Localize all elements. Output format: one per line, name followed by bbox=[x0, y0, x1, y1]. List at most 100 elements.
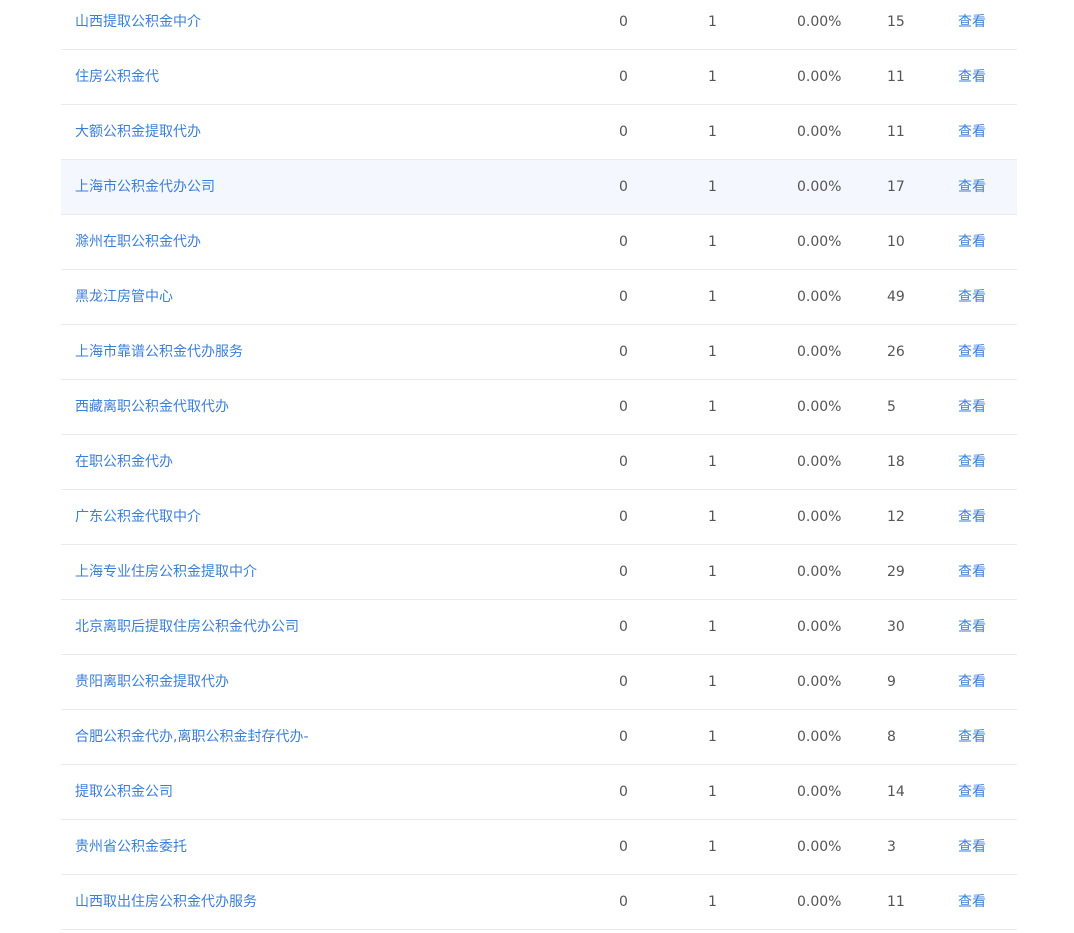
view-link[interactable]: 查看 bbox=[958, 435, 986, 489]
keyword-link[interactable]: 上海市公积金代办公司 bbox=[75, 160, 215, 214]
table-row: 贵州省公积金委托 0 1 0.00% 3 查看 bbox=[61, 820, 1017, 875]
table-row: 合肥公积金代办,离职公积金封存代办- 0 1 0.00% 8 查看 bbox=[61, 710, 1017, 765]
table-row: 广东公积金代取中介 0 1 0.00% 12 查看 bbox=[61, 490, 1017, 545]
metric-cell-1: 0 bbox=[619, 344, 628, 360]
metric-cell-1: 0 bbox=[619, 564, 628, 580]
view-link[interactable]: 查看 bbox=[958, 380, 986, 434]
count-cell: 11 bbox=[887, 69, 905, 85]
metric-cell-1: 0 bbox=[619, 509, 628, 525]
metric-cell-2: 1 bbox=[708, 619, 717, 635]
metric-cell-2: 1 bbox=[708, 344, 717, 360]
metric-cell-1: 0 bbox=[619, 894, 628, 910]
keyword-link[interactable]: 上海专业住房公积金提取中介 bbox=[75, 545, 257, 599]
view-link[interactable]: 查看 bbox=[958, 160, 986, 214]
count-cell: 14 bbox=[887, 784, 905, 800]
metric-cell-2: 1 bbox=[708, 839, 717, 855]
keyword-link[interactable]: 上海市靠谱公积金代办服务 bbox=[75, 325, 243, 379]
table-row: 在职公积金代办 0 1 0.00% 18 查看 bbox=[61, 435, 1017, 490]
keyword-link[interactable]: 西藏离职公积金代取代办 bbox=[75, 380, 229, 434]
view-link[interactable]: 查看 bbox=[958, 0, 986, 49]
metric-cell-2: 1 bbox=[708, 289, 717, 305]
metric-cell-2: 1 bbox=[708, 784, 717, 800]
metric-cell-1: 0 bbox=[619, 674, 628, 690]
count-cell: 17 bbox=[887, 179, 905, 195]
metric-cell-2: 1 bbox=[708, 509, 717, 525]
metric-cell-1: 0 bbox=[619, 839, 628, 855]
table-row: 山西取出住房公积金代办服务 0 1 0.00% 11 查看 bbox=[61, 875, 1017, 930]
view-link[interactable]: 查看 bbox=[958, 600, 986, 654]
rate-cell: 0.00% bbox=[797, 564, 842, 580]
table-row: 滁州在职公积金代办 0 1 0.00% 10 查看 bbox=[61, 215, 1017, 270]
count-cell: 18 bbox=[887, 454, 905, 470]
keyword-link[interactable]: 大额公积金提取代办 bbox=[75, 105, 201, 159]
table-row: 提取公积金公司 0 1 0.00% 14 查看 bbox=[61, 765, 1017, 820]
keyword-link[interactable]: 广东公积金代取中介 bbox=[75, 490, 201, 544]
rate-cell: 0.00% bbox=[797, 674, 842, 690]
metric-cell-2: 1 bbox=[708, 69, 717, 85]
metric-cell-2: 1 bbox=[708, 674, 717, 690]
keyword-link[interactable]: 在职公积金代办 bbox=[75, 435, 173, 489]
keyword-link[interactable]: 山西取出住房公积金代办服务 bbox=[75, 875, 257, 929]
rate-cell: 0.00% bbox=[797, 14, 842, 30]
rate-cell: 0.00% bbox=[797, 69, 842, 85]
rate-cell: 0.00% bbox=[797, 839, 842, 855]
keyword-link[interactable]: 北京离职后提取住房公积金代办公司 bbox=[75, 600, 299, 654]
metric-cell-2: 1 bbox=[708, 179, 717, 195]
metric-cell-1: 0 bbox=[619, 234, 628, 250]
metric-cell-1: 0 bbox=[619, 729, 628, 745]
count-cell: 5 bbox=[887, 399, 896, 415]
metric-cell-1: 0 bbox=[619, 69, 628, 85]
metric-cell-1: 0 bbox=[619, 784, 628, 800]
count-cell: 11 bbox=[887, 124, 905, 140]
keyword-link[interactable]: 滁州在职公积金代办 bbox=[75, 215, 201, 269]
table-row: 西藏离职公积金代取代办 0 1 0.00% 5 查看 bbox=[61, 380, 1017, 435]
keyword-link[interactable]: 住房公积金代 bbox=[75, 50, 159, 104]
count-cell: 3 bbox=[887, 839, 896, 855]
view-link[interactable]: 查看 bbox=[958, 215, 986, 269]
view-link[interactable]: 查看 bbox=[958, 875, 986, 929]
rate-cell: 0.00% bbox=[797, 454, 842, 470]
rate-cell: 0.00% bbox=[797, 784, 842, 800]
rate-cell: 0.00% bbox=[797, 234, 842, 250]
table-row: 上海市公积金代办公司 0 1 0.00% 17 查看 bbox=[61, 160, 1017, 215]
metric-cell-1: 0 bbox=[619, 124, 628, 140]
metric-cell-1: 0 bbox=[619, 14, 628, 30]
view-link[interactable]: 查看 bbox=[958, 820, 986, 874]
keyword-link[interactable]: 提取公积金公司 bbox=[75, 765, 173, 819]
metric-cell-2: 1 bbox=[708, 729, 717, 745]
metric-cell-2: 1 bbox=[708, 124, 717, 140]
keyword-link[interactable]: 山西提取公积金中介 bbox=[75, 0, 201, 49]
keyword-link[interactable]: 合肥公积金代办,离职公积金封存代办- bbox=[75, 710, 309, 764]
rate-cell: 0.00% bbox=[797, 894, 842, 910]
rate-cell: 0.00% bbox=[797, 509, 842, 525]
keyword-link[interactable]: 黑龙江房管中心 bbox=[75, 270, 173, 324]
metric-cell-2: 1 bbox=[708, 454, 717, 470]
rate-cell: 0.00% bbox=[797, 179, 842, 195]
rate-cell: 0.00% bbox=[797, 124, 842, 140]
metric-cell-1: 0 bbox=[619, 179, 628, 195]
count-cell: 8 bbox=[887, 729, 896, 745]
view-link[interactable]: 查看 bbox=[958, 545, 986, 599]
table-row: 山西提取公积金中介 0 1 0.00% 15 查看 bbox=[61, 0, 1017, 50]
rate-cell: 0.00% bbox=[797, 344, 842, 360]
metric-cell-2: 1 bbox=[708, 564, 717, 580]
view-link[interactable]: 查看 bbox=[958, 270, 986, 324]
view-link[interactable]: 查看 bbox=[958, 765, 986, 819]
table-row: 住房公积金代 0 1 0.00% 11 查看 bbox=[61, 50, 1017, 105]
count-cell: 29 bbox=[887, 564, 905, 580]
rate-cell: 0.00% bbox=[797, 399, 842, 415]
count-cell: 15 bbox=[887, 14, 905, 30]
keyword-link[interactable]: 贵州省公积金委托 bbox=[75, 820, 187, 874]
view-link[interactable]: 查看 bbox=[958, 50, 986, 104]
view-link[interactable]: 查看 bbox=[958, 655, 986, 709]
metric-cell-2: 1 bbox=[708, 234, 717, 250]
view-link[interactable]: 查看 bbox=[958, 710, 986, 764]
view-link[interactable]: 查看 bbox=[958, 325, 986, 379]
keyword-link[interactable]: 贵阳离职公积金提取代办 bbox=[75, 655, 229, 709]
metric-cell-2: 1 bbox=[708, 14, 717, 30]
table-row: 北京离职后提取住房公积金代办公司 0 1 0.00% 30 查看 bbox=[61, 600, 1017, 655]
metric-cell-1: 0 bbox=[619, 619, 628, 635]
count-cell: 12 bbox=[887, 509, 905, 525]
view-link[interactable]: 查看 bbox=[958, 105, 986, 159]
view-link[interactable]: 查看 bbox=[958, 490, 986, 544]
